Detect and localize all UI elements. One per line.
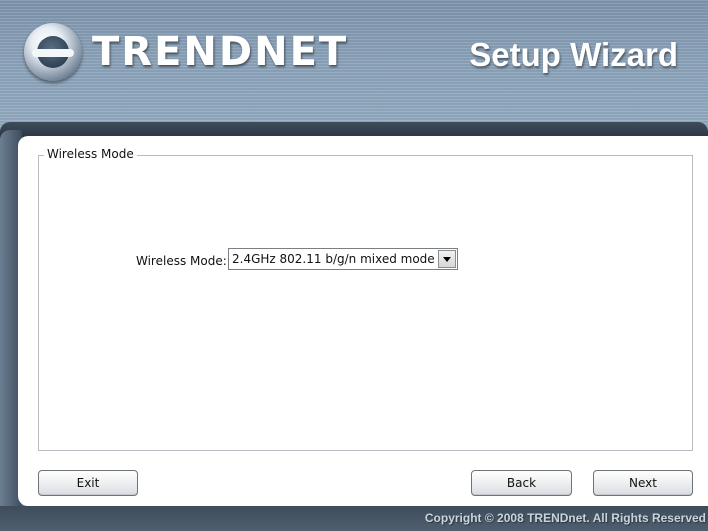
back-button[interactable]: Back	[471, 470, 572, 496]
header-banner: TRENDNET Setup Wizard	[0, 0, 708, 130]
wireless-mode-legend: Wireless Mode	[44, 147, 137, 161]
trendnet-globe-logo-icon	[24, 23, 82, 81]
next-button[interactable]: Next	[593, 470, 693, 496]
exit-button[interactable]: Exit	[38, 470, 138, 496]
page-title: Setup Wizard	[469, 36, 678, 73]
brand-name: TRENDNET	[92, 29, 349, 75]
wireless-mode-label: Wireless Mode:	[136, 254, 227, 268]
brand-logo: TRENDNET	[24, 20, 348, 84]
wireless-mode-selected-value: 2.4GHz 802.11 b/g/n mixed mode	[232, 252, 435, 266]
wireless-mode-group	[38, 155, 693, 451]
copyright-text: Copyright © 2008 TRENDnet. All Rights Re…	[424, 511, 706, 525]
wireless-mode-select[interactable]: 2.4GHz 802.11 b/g/n mixed mode	[228, 248, 458, 270]
chevron-down-icon[interactable]	[438, 250, 456, 268]
